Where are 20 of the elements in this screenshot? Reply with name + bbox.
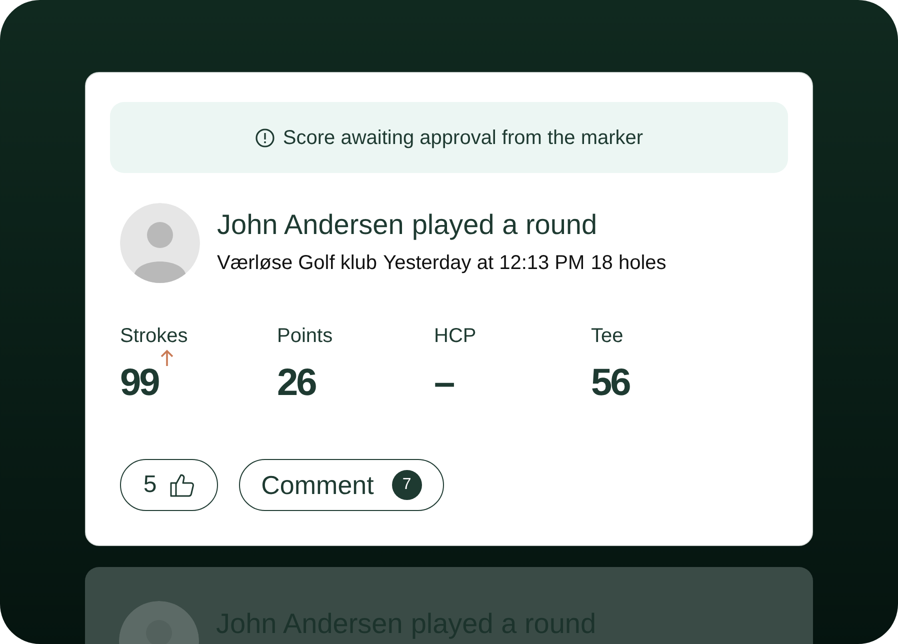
stat-value: 99 bbox=[120, 361, 158, 405]
thumbs-up-icon bbox=[168, 472, 195, 498]
stat-label: HCP bbox=[434, 324, 476, 349]
comment-count-badge: 7 bbox=[392, 470, 422, 500]
stat-label: Points bbox=[277, 324, 333, 349]
round-detail: 18 holes bbox=[590, 251, 666, 276]
stat-value: 26 bbox=[277, 361, 316, 405]
stat-value: 56 bbox=[591, 361, 630, 405]
banner-text: Score awaiting approval from the marker bbox=[282, 126, 644, 150]
info-icon bbox=[254, 128, 275, 148]
like-button[interactable]: 5 bbox=[120, 459, 218, 511]
player-name: John Andersen bbox=[217, 208, 404, 242]
stat-label: Tee bbox=[591, 324, 624, 349]
up-arrow-icon bbox=[160, 349, 174, 367]
comment-button[interactable]: Comment 7 bbox=[239, 459, 444, 511]
stat-label: Strokes bbox=[120, 324, 188, 349]
round-detail: Værløse Golf klub bbox=[217, 251, 378, 276]
stat-value: – bbox=[434, 361, 454, 405]
round-action: played a round bbox=[412, 208, 598, 242]
round-detail: Yesterday at 12:13 PM bbox=[383, 251, 585, 276]
